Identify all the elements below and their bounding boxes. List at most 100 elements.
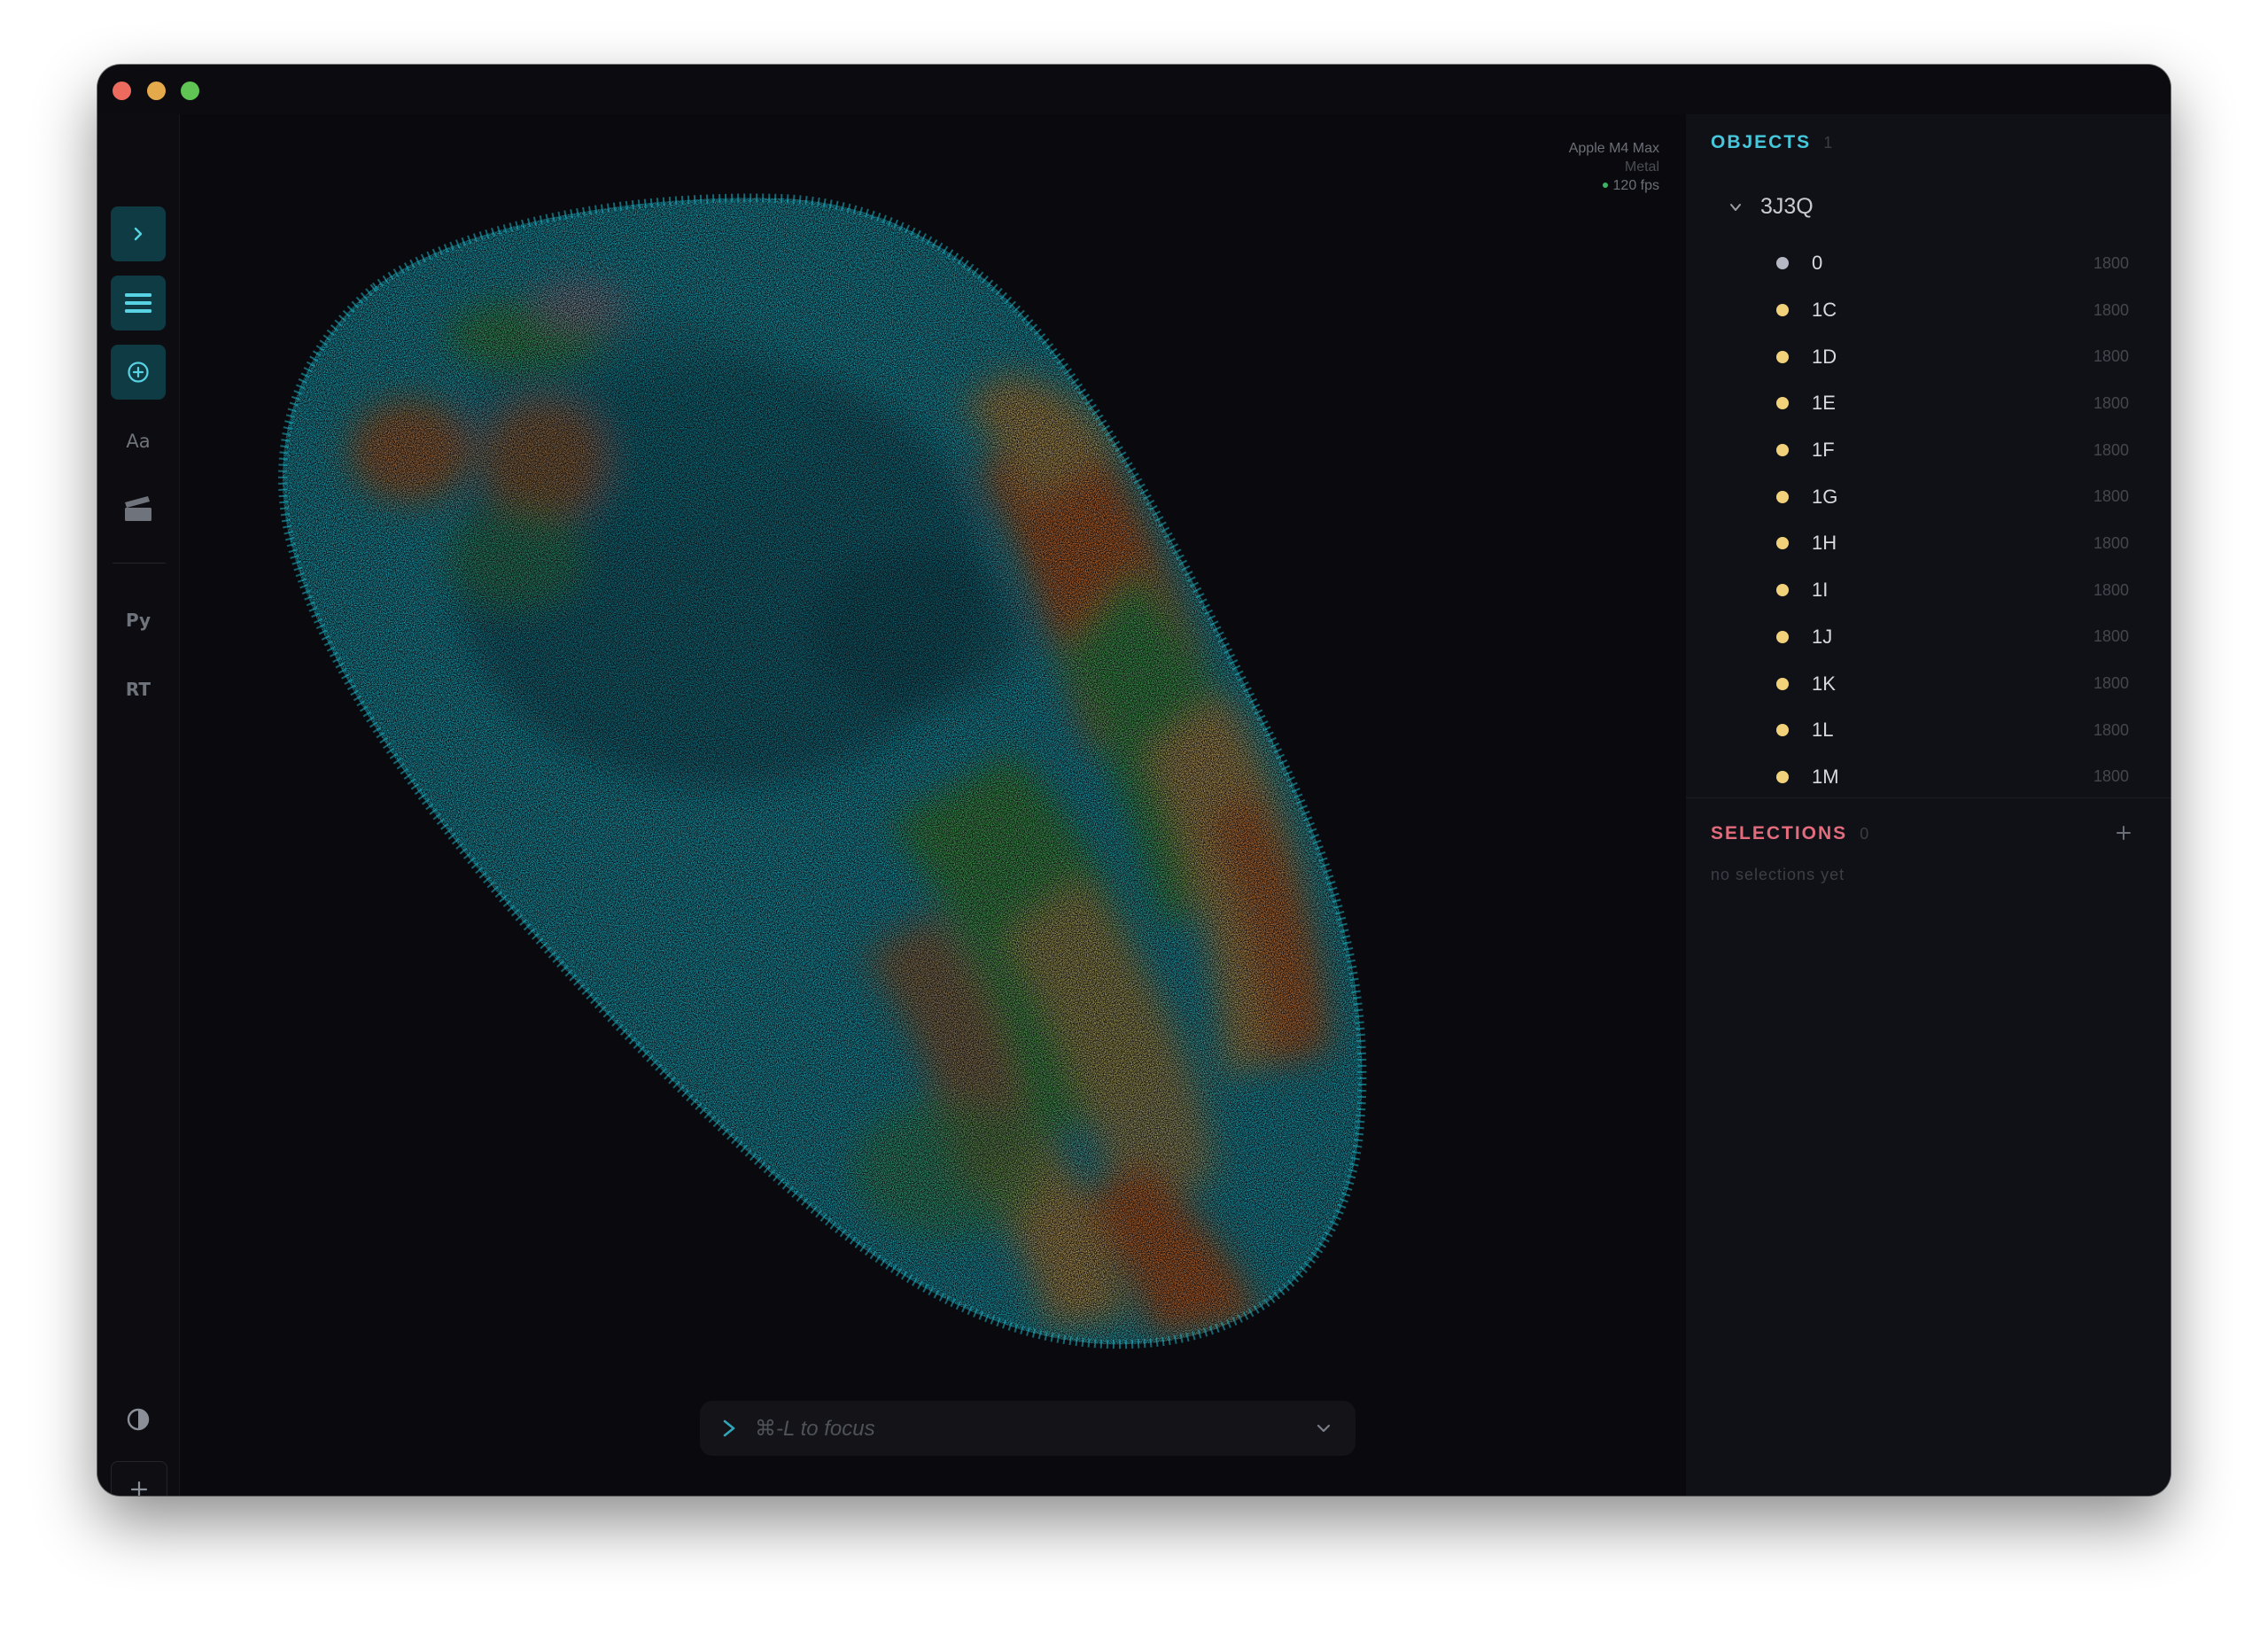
chain-row[interactable]: 1M 1800 [1686, 754, 2171, 801]
app-window: Aa Py RT Apple M4 Max Metal 120 fps ⌘-L … [97, 65, 2171, 1496]
raytrace-button[interactable]: RT [111, 662, 166, 717]
render-backend: Metal [1624, 159, 1659, 175]
expand-sidebar-button[interactable] [111, 206, 166, 261]
chain-color-dot[interactable] [1776, 584, 1789, 597]
model-name: 3J3Q [1760, 194, 1814, 219]
chain-row[interactable]: 1F 1800 [1686, 427, 2171, 474]
chain-atom-count: 1800 [2093, 767, 2130, 786]
molecule-render[interactable] [180, 114, 1686, 1496]
chain-name: 1L [1812, 719, 1834, 742]
python-label: Py [125, 610, 151, 631]
contrast-icon [127, 1408, 150, 1431]
new-button[interactable] [111, 1461, 167, 1496]
raytrace-label: RT [125, 679, 151, 700]
chain-row[interactable]: 1J 1800 [1686, 614, 2171, 661]
selections-count: 0 [1860, 825, 1869, 843]
chain-color-dot[interactable] [1776, 770, 1789, 783]
chain-name: 1I [1812, 579, 1829, 602]
fps-status-dot [1602, 182, 1608, 188]
add-selection-button[interactable] [2110, 820, 2137, 846]
plus-icon [130, 1481, 148, 1496]
fps-value: 120 fps [1612, 178, 1659, 193]
chain-name: 1E [1812, 392, 1836, 415]
chain-row[interactable]: 1K 1800 [1686, 660, 2171, 707]
chain-row[interactable]: 0 1800 [1686, 240, 2171, 287]
chain-atom-count: 1800 [2093, 720, 2130, 739]
chain-name: 1C [1812, 299, 1837, 322]
plus-icon [2117, 826, 2131, 840]
panel-divider [1686, 797, 2171, 798]
chain-atom-count: 1800 [2093, 300, 2130, 319]
chain-name: 1J [1812, 625, 1833, 648]
close-window-button[interactable] [113, 82, 131, 100]
chain-color-dot[interactable] [1776, 677, 1789, 690]
selections-title: SELECTIONS [1711, 823, 1848, 844]
title-bar [97, 65, 2171, 114]
chain-row[interactable]: 1L 1800 [1686, 707, 2171, 754]
renderer-info: Apple M4 Max Metal 120 fps [1569, 139, 1659, 195]
chain-row[interactable]: 1I 1800 [1686, 567, 2171, 614]
chain-row[interactable]: 1G 1800 [1686, 473, 2171, 520]
fps-readout: 120 fps [1569, 176, 1659, 195]
chain-name: 1H [1812, 532, 1837, 555]
chain-color-dot[interactable] [1776, 304, 1789, 317]
chain-color-dot[interactable] [1776, 257, 1789, 270]
chain-color-dot[interactable] [1776, 537, 1789, 550]
chain-row[interactable]: 1C 1800 [1686, 287, 2171, 334]
chain-atom-count: 1800 [2093, 533, 2130, 552]
objects-title: OBJECTS [1711, 132, 1812, 152]
chain-atom-count: 1800 [2093, 580, 2130, 599]
chain-atom-count: 1800 [2093, 487, 2130, 506]
chain-row[interactable]: 1E 1800 [1686, 380, 2171, 427]
objects-header: OBJECTS 1 [1711, 132, 1832, 153]
add-object-button[interactable] [111, 345, 166, 400]
gpu-name: Apple M4 Max [1568, 141, 1659, 156]
model-row[interactable]: 3J3Q [1727, 194, 1814, 220]
rail-divider [113, 563, 166, 564]
chain-row[interactable]: 1D 1800 [1686, 333, 2171, 380]
chain-name: 1F [1812, 439, 1835, 462]
chain-name: 1D [1812, 345, 1837, 368]
zoom-window-button[interactable] [181, 82, 199, 100]
chevron-right-icon [134, 227, 143, 241]
chain-atom-count: 1800 [2093, 347, 2130, 366]
prompt-icon [718, 1416, 742, 1441]
python-button[interactable]: Py [111, 593, 166, 648]
selections-empty-message: no selections yet [1711, 866, 1845, 883]
tool-rail: Aa Py RT [97, 114, 180, 1496]
objects-panel-button[interactable] [111, 276, 166, 330]
movie-button[interactable] [111, 481, 166, 536]
chevron-down-icon[interactable] [1311, 1416, 1336, 1441]
plus-circle-icon [128, 362, 149, 383]
theme-toggle-button[interactable] [111, 1392, 166, 1447]
objects-count: 1 [1823, 134, 1833, 152]
command-bar[interactable]: ⌘-L to focus [700, 1401, 1355, 1456]
selections-header: SELECTIONS 0 [1711, 823, 1868, 844]
command-input[interactable]: ⌘-L to focus [755, 1416, 1311, 1442]
chain-color-dot[interactable] [1776, 630, 1789, 643]
chain-name: 1K [1812, 672, 1836, 695]
chain-atom-count: 1800 [2093, 440, 2130, 459]
minimize-window-button[interactable] [147, 82, 166, 100]
text-label: Aa [126, 431, 151, 452]
objects-panel: OBJECTS 1 3J3Q 0 1800 1C 1800 1D 1800 1E 1800 1F… [1686, 114, 2171, 1496]
chevron-down-icon[interactable] [1727, 198, 1744, 216]
chain-color-dot[interactable] [1776, 444, 1789, 457]
clapperboard-icon [125, 496, 151, 521]
molecule-viewport[interactable]: Apple M4 Max Metal 120 fps ⌘-L to focus [180, 114, 1686, 1496]
chain-color-dot[interactable] [1776, 724, 1789, 737]
chain-color-dot[interactable] [1776, 397, 1789, 410]
list-icon [125, 293, 151, 313]
chain-atom-count: 1800 [2093, 627, 2130, 646]
chain-name: 0 [1812, 252, 1823, 275]
chain-atom-count: 1800 [2093, 393, 2130, 412]
chain-list: 0 1800 1C 1800 1D 1800 1E 1800 1F 1800 1G 1800 1H 180… [1686, 240, 2171, 800]
chain-name: 1G [1812, 485, 1838, 508]
chain-color-dot[interactable] [1776, 490, 1789, 503]
chain-atom-count: 1800 [2093, 674, 2130, 693]
text-label-button[interactable]: Aa [111, 414, 166, 469]
chain-atom-count: 1800 [2093, 253, 2130, 272]
chain-name: 1M [1812, 765, 1839, 788]
chain-color-dot[interactable] [1776, 350, 1789, 363]
chain-row[interactable]: 1H 1800 [1686, 520, 2171, 567]
